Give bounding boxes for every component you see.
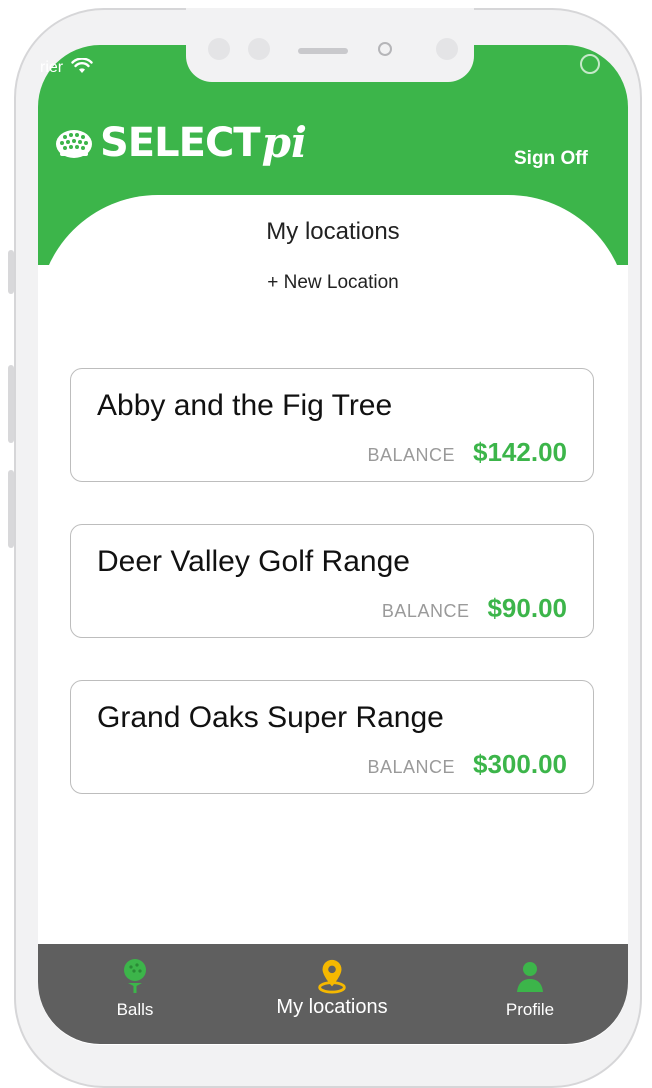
location-name: Deer Valley Golf Range — [97, 545, 410, 578]
bottom-tab-bar: Balls My locations Profile — [38, 944, 628, 1044]
tab-balls[interactable]: Balls — [102, 944, 168, 1044]
balance-value: $142.00 — [473, 437, 567, 467]
tab-my-locations[interactable]: My locations — [252, 944, 412, 1044]
location-card[interactable]: Deer Valley Golf Range BALANCE $90.00 — [70, 524, 594, 638]
balance-label: BALANCE — [367, 757, 456, 777]
location-name: Abby and the Fig Tree — [97, 389, 393, 422]
notch-sensor — [248, 38, 270, 60]
header-curve — [38, 195, 628, 335]
tab-profile[interactable]: Profile — [492, 944, 568, 1044]
location-pin-icon — [318, 959, 346, 994]
location-balance: BALANCE $90.00 — [382, 593, 567, 624]
golf-ball-on-tee-icon — [124, 959, 146, 993]
person-icon — [517, 962, 543, 992]
balance-label: BALANCE — [381, 601, 470, 621]
page-title: My locations — [266, 218, 400, 245]
balance-label: BALANCE — [367, 445, 456, 465]
logo-wordmark: SELECT — [100, 119, 261, 166]
notch-sensor — [208, 38, 230, 60]
new-location-button[interactable]: + New Location — [38, 272, 628, 294]
tab-label: Balls — [116, 1000, 154, 1019]
golf-ball-logo-icon — [56, 129, 92, 158]
location-card[interactable]: Grand Oaks Super Range BALANCE $300.00 — [70, 680, 594, 794]
location-balance: BALANCE $300.00 — [367, 749, 567, 780]
phone-side-button — [8, 365, 14, 443]
phone-notch — [186, 8, 474, 82]
carrier-text: rier — [40, 59, 64, 76]
selectpi-logo: SELECT pi — [54, 118, 307, 167]
status-indicator-icon — [580, 54, 600, 74]
balance-value: $300.00 — [473, 749, 567, 779]
tab-label: My locations — [276, 996, 388, 1018]
phone-side-button — [8, 470, 14, 548]
location-name: Grand Oaks Super Range — [97, 701, 444, 734]
phone-side-button — [8, 250, 14, 294]
sign-off-button[interactable]: Sign Off — [514, 148, 588, 170]
tab-label: Profile — [505, 1000, 555, 1019]
notch-speaker — [298, 48, 348, 54]
balance-value: $90.00 — [487, 593, 567, 623]
location-balance: BALANCE $142.00 — [367, 437, 567, 468]
notch-sensor — [436, 38, 458, 60]
location-card[interactable]: Abby and the Fig Tree BALANCE $142.00 — [70, 368, 594, 482]
wifi-icon — [70, 57, 93, 73]
status-bar-carrier: rier — [40, 57, 93, 77]
notch-camera — [378, 42, 392, 56]
logo-wordmark-suffix: pi — [261, 118, 307, 167]
